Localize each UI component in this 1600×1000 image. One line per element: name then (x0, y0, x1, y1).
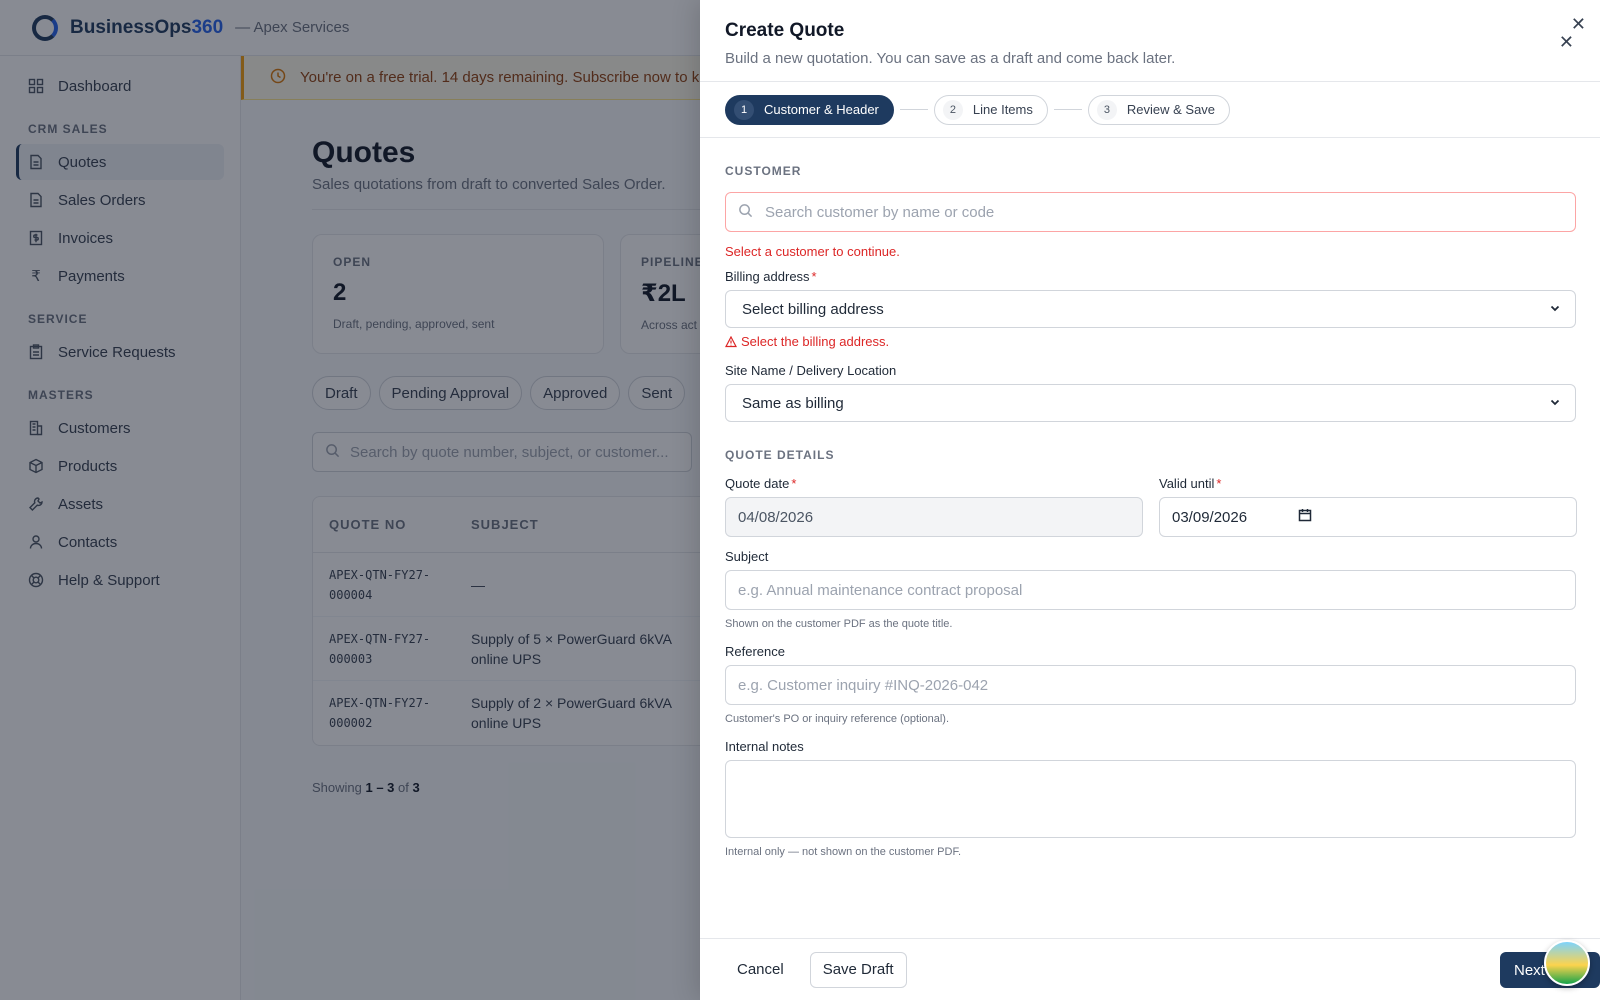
valid-until-input[interactable]: 03/09/2026 (1159, 497, 1577, 537)
chevron-down-icon (1549, 395, 1561, 412)
drawer-footer: Cancel Save Draft Next (700, 938, 1600, 1000)
subject-hint: Shown on the customer PDF as the quote t… (725, 618, 953, 630)
avatar[interactable] (1544, 940, 1590, 986)
step-divider (899, 109, 928, 110)
quote-date-label: Quote date * (725, 476, 797, 491)
internal-notes-hint: Internal only — not shown on the custome… (725, 846, 962, 858)
internal-notes-textarea[interactable] (725, 760, 1576, 838)
customer-error: Select a customer to continue. (725, 244, 900, 259)
modal-backdrop[interactable] (0, 0, 700, 1000)
step-divider (1053, 109, 1082, 110)
customer-placeholder: Search customer by name or code (765, 203, 995, 221)
step-line-items[interactable]: 2 Line Items (933, 94, 1048, 125)
drawer-subtitle: Build a new quotation. You can save as a… (725, 50, 1176, 67)
calendar-icon[interactable] (1298, 508, 1312, 526)
billing-address-error: Select the billing address. (725, 334, 1576, 349)
cancel-button[interactable]: Cancel (725, 952, 796, 988)
valid-until-label: Valid until * (1159, 476, 1222, 491)
reference-hint: Customer's PO or inquiry reference (opti… (725, 713, 950, 725)
drawer-title: Create Quote (725, 20, 845, 41)
search-icon (738, 203, 753, 222)
create-quote-drawer: Create Quote Build a new quotation. You … (700, 0, 1600, 1000)
internal-notes-label: Internal notes (725, 739, 804, 754)
site-label: Site Name / Delivery Location (725, 363, 897, 378)
warning-icon (725, 335, 737, 348)
quote-date-input: 04/08/2026 (725, 497, 1143, 537)
subject-label: Subject (725, 549, 769, 564)
step-review-save[interactable]: 3 Review & Save (1087, 94, 1231, 125)
reference-input[interactable]: e.g. Customer inquiry #INQ-2026-042 (725, 665, 1576, 705)
billing-address-label: Billing address * (725, 269, 817, 284)
close-drawer-icon[interactable]: ✕ (1559, 32, 1574, 53)
step-customer-header[interactable]: 1 Customer & Header (725, 94, 894, 125)
site-location-select[interactable]: Same as billing (725, 384, 1576, 422)
stepper: 1 Customer & Header 2 Line Items 3 Review &… (700, 82, 1600, 138)
quote-details-heading: QUOTE DETAILS (725, 448, 835, 462)
billing-address-select[interactable]: Select billing address (725, 290, 1576, 328)
customer-section-heading: CUSTOMER (725, 164, 802, 178)
subject-input[interactable]: e.g. Annual maintenance contract proposa… (725, 570, 1576, 610)
save-draft-button[interactable]: Save Draft (809, 951, 907, 988)
customer-search-input[interactable]: Search customer by name or code (725, 192, 1576, 232)
chevron-down-icon (1549, 301, 1561, 318)
reference-label: Reference (725, 644, 785, 659)
